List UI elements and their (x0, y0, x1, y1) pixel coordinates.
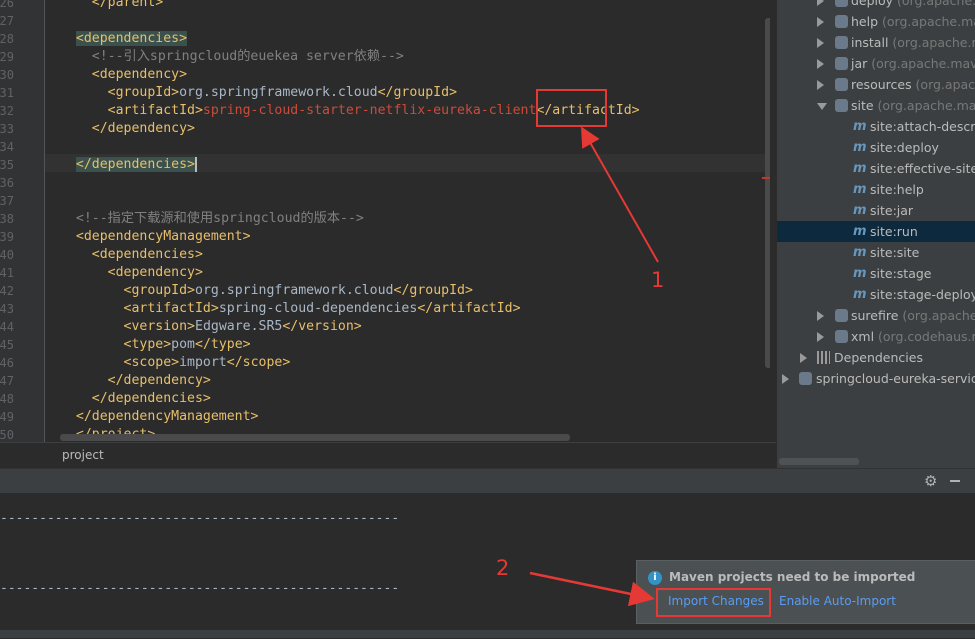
arrow-to-client (581, 126, 659, 263)
annotation-arrows (529, 126, 659, 607)
arrow-to-import (529, 571, 655, 607)
